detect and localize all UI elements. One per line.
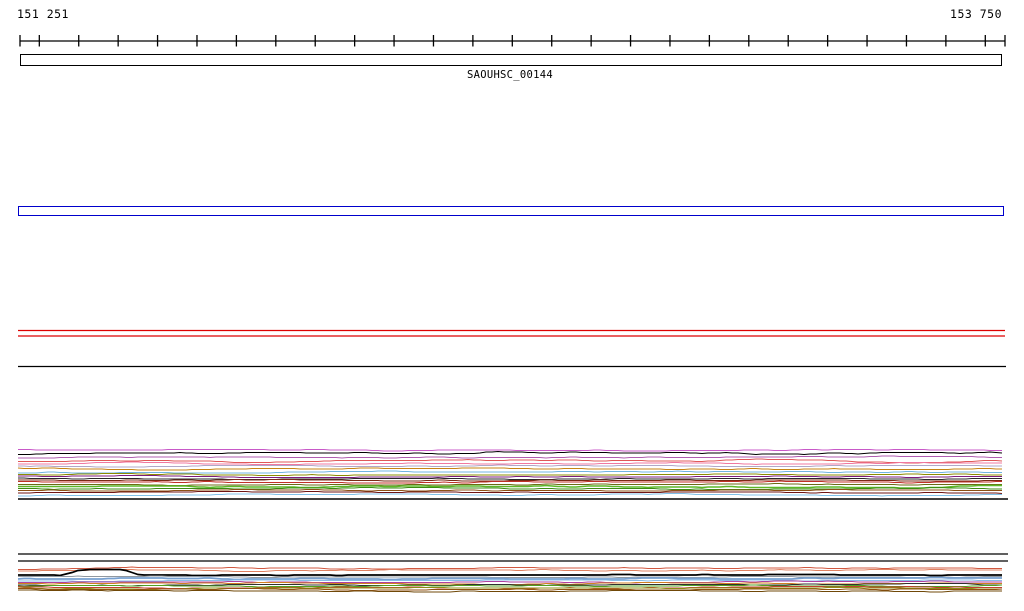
upper-plot	[17, 449, 1003, 497]
gene-feature-box[interactable]	[20, 54, 1002, 66]
ruler-start-position-label: 151 251	[17, 7, 69, 21]
ruler[interactable]	[19, 35, 1006, 47]
ruler-end-position-label: 153 750	[950, 7, 1002, 21]
selected-feature-box[interactable]	[17, 206, 1004, 216]
genome-browser-window: 151 251 153 750 SAOUHSC_00144	[0, 0, 1024, 611]
lower-plot	[17, 566, 1003, 593]
gene-feature-label: SAOUHSC_00144	[466, 69, 554, 81]
browser-canvas	[17, 35, 1008, 593]
